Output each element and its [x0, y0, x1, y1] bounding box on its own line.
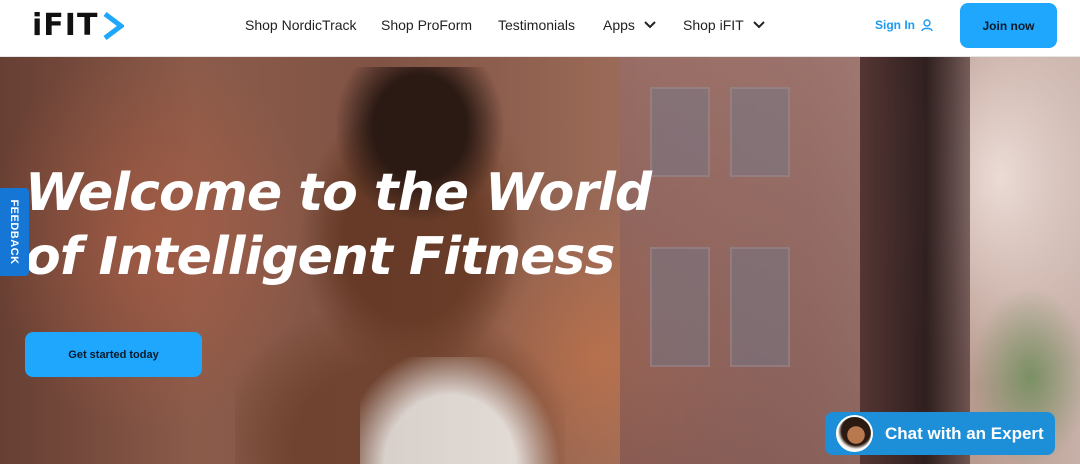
feedback-tab[interactable]: FEEDBACK	[0, 188, 29, 276]
nav-shop-ifit[interactable]: Shop iFIT	[683, 0, 765, 50]
hero-headline-line2: of Intelligent Fitness	[25, 227, 615, 287]
expert-avatar	[836, 415, 873, 452]
chat-with-expert-button[interactable]: Chat with an Expert	[825, 412, 1055, 455]
chat-label: Chat with an Expert	[885, 423, 1044, 443]
nav-label: Shop ProForm	[381, 17, 473, 33]
nav-label: Shop iFIT	[683, 17, 744, 33]
nav-label: Apps	[603, 17, 635, 33]
nav-label: Shop NordicTrack	[245, 17, 357, 33]
sign-in-label: Sign In	[875, 18, 915, 32]
hero-banner: Welcome to the World of Intelligent Fitn…	[0, 57, 1080, 464]
chevron-down-icon	[644, 21, 656, 29]
nav-testimonials[interactable]: Testimonials	[498, 0, 575, 50]
nav-label: Testimonials	[498, 17, 576, 33]
chevron-down-icon	[752, 21, 765, 29]
nav-shop-nordictrack[interactable]: Shop NordicTrack	[245, 0, 357, 50]
sign-in-link[interactable]: Sign In	[875, 0, 933, 50]
logo-chevron-icon	[103, 12, 125, 40]
hero-headline-line1: Welcome to the World	[25, 163, 652, 223]
join-now-button[interactable]: Join now	[960, 3, 1057, 48]
ifit-logo[interactable]: iFIT	[32, 8, 125, 43]
user-icon	[921, 18, 933, 31]
get-started-button[interactable]: Get started today	[25, 332, 202, 377]
nav-shop-proform[interactable]: Shop ProForm	[381, 0, 472, 50]
nav-apps[interactable]: Apps	[603, 0, 656, 50]
logo-wordmark: iFIT	[32, 8, 99, 43]
hero-headline: Welcome to the World of Intelligent Fitn…	[25, 161, 675, 289]
feedback-label: FEEDBACK	[8, 199, 20, 265]
site-header: iFIT Shop NordicTrack Shop ProForm Testi…	[0, 0, 1080, 57]
